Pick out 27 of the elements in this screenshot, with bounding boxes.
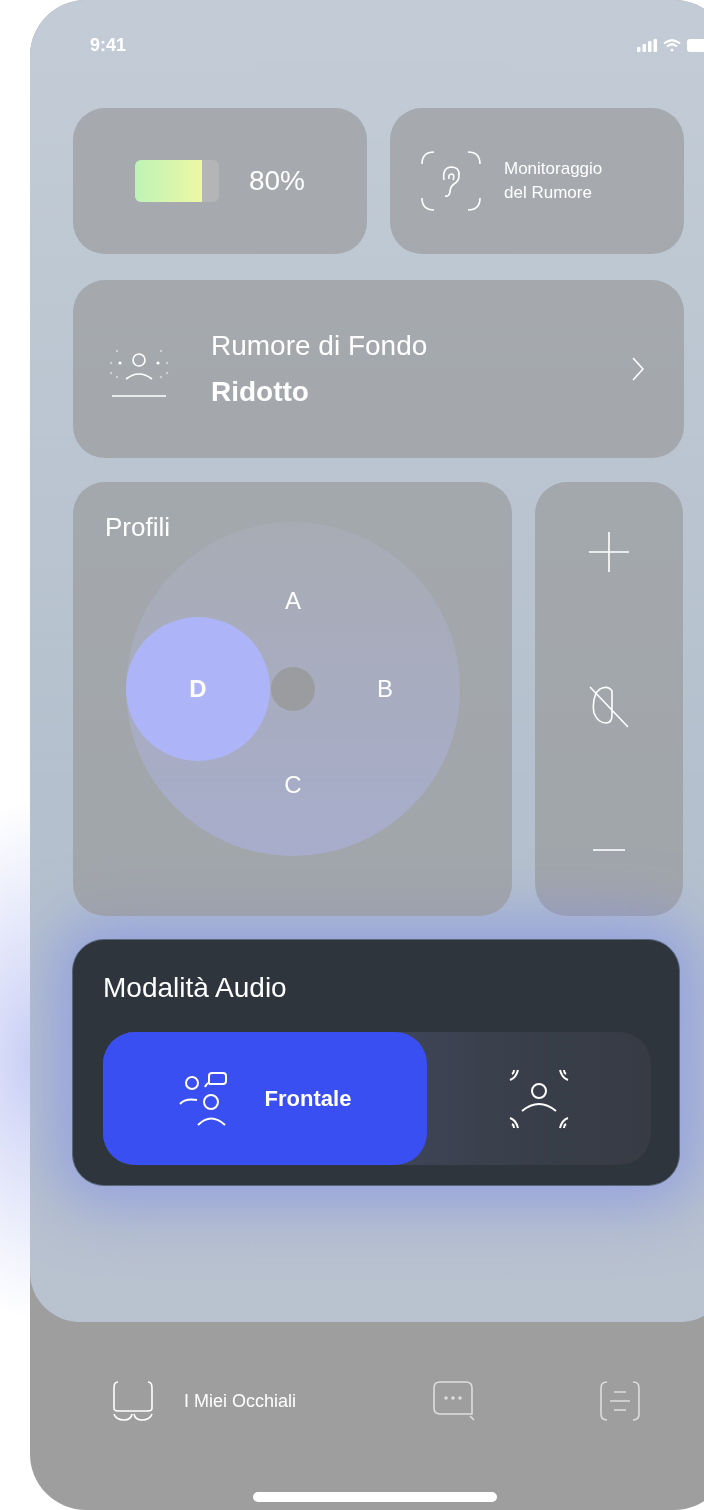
list-icon (599, 1380, 641, 1422)
background-noise-value: Ridotto (211, 376, 310, 408)
noise-monitoring-label: Monitoraggio del Rumore (504, 158, 604, 204)
minus-icon (593, 847, 625, 853)
wifi-icon (663, 38, 681, 52)
plus-icon (589, 532, 629, 572)
audio-mode-option[interactable]: Frontale (103, 1032, 427, 1165)
status-time: 9:41 (90, 34, 127, 56)
profiles-title: Profili (105, 512, 170, 543)
chat-icon (432, 1380, 476, 1422)
glasses-icon (112, 1380, 154, 1422)
audio-mode-title: Modalità Audio (103, 971, 288, 1005)
profile-option[interactable]: D (126, 617, 270, 761)
ear-icon (420, 150, 482, 212)
dial-center-dot (271, 667, 315, 711)
noise-monitoring-card[interactable]: Monitoraggio del Rumore (390, 108, 684, 254)
background-noise-card[interactable]: Rumore di Fondo Ridotto (73, 280, 684, 458)
volume-up-button[interactable] (589, 532, 629, 575)
battery-percent: 80% (248, 165, 305, 197)
chevron-right-icon (632, 357, 644, 381)
battery-status-icon (687, 38, 704, 52)
tab-bar-item[interactable] (599, 1380, 641, 1422)
people-talking-icon (178, 1070, 229, 1127)
muted-icon (588, 684, 630, 729)
signal-icon (637, 38, 657, 52)
tab-bar-item[interactable]: I Miei Occhiali (112, 1380, 432, 1422)
background-noise-title: Rumore di Fondo (211, 330, 429, 362)
